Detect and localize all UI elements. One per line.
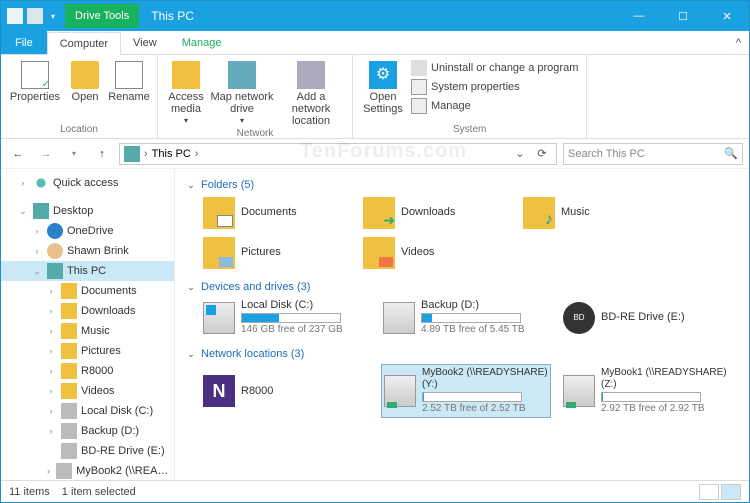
tree-onedrive[interactable]: ›OneDrive: [1, 221, 174, 241]
navigation-bar: ← → ▾ ↑ › This PC › ⌄ ⟳ Search This PC 🔍: [1, 139, 749, 169]
chevron-right-icon[interactable]: ›: [193, 148, 201, 160]
tree-quick-access[interactable]: ›Quick access: [1, 173, 174, 193]
search-input[interactable]: Search This PC 🔍: [563, 143, 743, 165]
view-tab[interactable]: View: [121, 31, 170, 54]
search-placeholder: Search This PC: [568, 148, 645, 160]
qat-dropdown-icon[interactable]: ▾: [47, 12, 59, 21]
group-label-location: Location: [7, 123, 151, 136]
ribbon-group-system: Open Settings Uninstall or change a prog…: [353, 55, 587, 138]
search-icon: 🔍: [724, 147, 738, 160]
ribbon-tabs: File Computer View Manage ^: [1, 31, 749, 55]
drive-c[interactable]: Local Disk (C:)146 GB free of 237 GB: [201, 297, 371, 338]
tree-bdre[interactable]: BD-RE Drive (E:): [1, 441, 174, 461]
netloc-mybook2[interactable]: MyBook2 (\\READYSHARE) (Y:)2.52 TB free …: [381, 364, 551, 418]
bd-drive-icon: [563, 302, 595, 334]
main-pane[interactable]: ⌄Folders (5) Documents Downloads Music P…: [175, 169, 749, 480]
music-icon: [523, 197, 555, 229]
tiles-view-button[interactable]: [721, 484, 741, 500]
minimize-button[interactable]: —: [617, 1, 661, 31]
recent-dropdown-icon[interactable]: ▾: [63, 143, 85, 165]
folder-documents[interactable]: Documents: [201, 195, 351, 231]
section-header-drives[interactable]: ⌄Devices and drives (3): [185, 277, 739, 297]
ribbon-group-network: Access media▾ Map network drive▾ Add a n…: [158, 55, 353, 138]
folder-music[interactable]: Music: [521, 195, 671, 231]
close-button[interactable]: ✕: [705, 1, 749, 31]
tree-backupd[interactable]: ›Backup (D:): [1, 421, 174, 441]
tree-localc[interactable]: ›Local Disk (C:): [1, 401, 174, 421]
tree-r8000[interactable]: ›R8000: [1, 361, 174, 381]
window-controls: — ☐ ✕: [617, 1, 749, 31]
maximize-button[interactable]: ☐: [661, 1, 705, 31]
quick-access-toolbar: ▾: [1, 8, 65, 24]
drive-icon: [383, 302, 415, 334]
file-tab[interactable]: File: [1, 31, 47, 54]
contextual-tab-drive-tools: Drive Tools: [65, 4, 139, 28]
group-label-system: System: [359, 123, 580, 136]
breadcrumb-thispc[interactable]: This PC: [152, 148, 191, 160]
tree-desktop[interactable]: ⌄Desktop: [1, 201, 174, 221]
net-computer-icon: N: [203, 375, 235, 407]
manage-button[interactable]: Manage: [409, 97, 580, 115]
refresh-button[interactable]: ⟳: [532, 147, 552, 160]
drive-e[interactable]: BD-RE Drive (E:): [561, 297, 731, 338]
net-drive-icon: [563, 375, 595, 407]
folder-pictures[interactable]: Pictures: [201, 235, 351, 271]
properties-button[interactable]: Properties: [7, 57, 63, 103]
forward-button[interactable]: →: [35, 143, 57, 165]
back-button[interactable]: ←: [7, 143, 29, 165]
tree-pictures[interactable]: ›Pictures: [1, 341, 174, 361]
ribbon-group-location: Properties Open Rename Location: [1, 55, 158, 138]
window-title: This PC: [139, 9, 206, 23]
downloads-icon: [363, 197, 395, 229]
breadcrumb[interactable]: › This PC › ⌄ ⟳: [119, 143, 557, 165]
qat-item[interactable]: [27, 8, 43, 24]
tree-documents[interactable]: ›Documents: [1, 281, 174, 301]
section-header-folders[interactable]: ⌄Folders (5): [185, 175, 739, 195]
folder-downloads[interactable]: Downloads: [361, 195, 511, 231]
access-media-button[interactable]: Access media▾: [164, 57, 208, 126]
navigation-tree[interactable]: ›Quick access ⌄Desktop ›OneDrive ›Shawn …: [1, 169, 175, 480]
manage-tab[interactable]: Manage: [170, 31, 235, 54]
section-header-netloc[interactable]: ⌄Network locations (3): [185, 344, 739, 364]
content-area: ›Quick access ⌄Desktop ›OneDrive ›Shawn …: [1, 169, 749, 480]
tree-mybook2[interactable]: ›MyBook2 (\\READYSHARE) (Y:): [1, 461, 174, 480]
folder-videos[interactable]: Videos: [361, 235, 511, 271]
tree-videos[interactable]: ›Videos: [1, 381, 174, 401]
titlebar: ▾ Drive Tools This PC — ☐ ✕: [1, 1, 749, 31]
add-network-location-button[interactable]: Add a network location: [276, 57, 346, 127]
open-settings-button[interactable]: Open Settings: [359, 57, 407, 115]
details-view-button[interactable]: [699, 484, 719, 500]
app-icon[interactable]: [7, 8, 23, 24]
tree-thispc[interactable]: ⌄This PC: [1, 261, 174, 281]
status-selected: 1 item selected: [62, 486, 136, 498]
drive-d[interactable]: Backup (D:)4.89 TB free of 5.45 TB: [381, 297, 551, 338]
tree-downloads[interactable]: ›Downloads: [1, 301, 174, 321]
netloc-r8000[interactable]: N R8000: [201, 364, 371, 418]
videos-icon: [363, 237, 395, 269]
group-label-network: Network: [164, 127, 346, 140]
status-bar: 11 items 1 item selected: [1, 480, 749, 502]
tree-user[interactable]: ›Shawn Brink: [1, 241, 174, 261]
address-dropdown-icon[interactable]: ⌄: [510, 147, 530, 160]
computer-tab[interactable]: Computer: [47, 32, 121, 55]
chevron-right-icon[interactable]: ›: [142, 148, 150, 160]
up-button[interactable]: ↑: [91, 143, 113, 165]
net-drive-icon: [384, 375, 416, 407]
netloc-mybook1[interactable]: MyBook1 (\\READYSHARE) (Z:)2.92 TB free …: [561, 364, 731, 418]
status-item-count: 11 items: [9, 486, 50, 498]
documents-icon: [203, 197, 235, 229]
map-network-drive-button[interactable]: Map network drive▾: [210, 57, 274, 126]
ribbon: Properties Open Rename Location Access m…: [1, 55, 749, 139]
pictures-icon: [203, 237, 235, 269]
os-drive-icon: [203, 302, 235, 334]
tree-music[interactable]: ›Music: [1, 321, 174, 341]
system-properties-button[interactable]: System properties: [409, 78, 580, 96]
ribbon-collapse-icon[interactable]: ^: [728, 31, 749, 54]
uninstall-button[interactable]: Uninstall or change a program: [409, 59, 580, 77]
open-button[interactable]: Open: [65, 57, 105, 103]
rename-button[interactable]: Rename: [107, 57, 151, 103]
pc-icon: [124, 146, 140, 162]
